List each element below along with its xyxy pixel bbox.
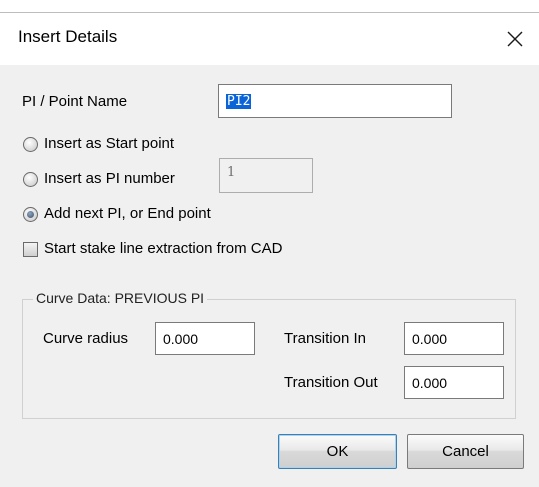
transition-in-value: 0.000 (412, 330, 448, 347)
transition-in-label: Transition In (284, 330, 366, 347)
start-point-label[interactable]: Insert as Start point (44, 135, 174, 152)
stake-line-label[interactable]: Start stake line extraction from CAD (44, 240, 282, 257)
transition-out-value: 0.000 (412, 374, 448, 391)
start-point-radio[interactable] (23, 137, 38, 152)
stake-line-checkbox[interactable] (23, 242, 38, 257)
transition-out-input[interactable]: 0.000 (404, 366, 504, 399)
transition-out-label: Transition Out (284, 374, 378, 391)
curve-data-group: Curve Data: PREVIOUS PI Curve radius 0.0… (22, 290, 516, 419)
curve-radius-label: Curve radius (43, 330, 129, 347)
cancel-button[interactable]: Cancel (407, 434, 524, 469)
close-button[interactable] (491, 13, 539, 65)
dialog-body: PI / Point Name PI2 Insert as Start poin… (0, 65, 539, 487)
close-icon (507, 31, 523, 47)
pi-number-input[interactable]: 1 (219, 158, 313, 193)
point-name-label: PI / Point Name (22, 93, 128, 110)
transition-in-input[interactable]: 0.000 (404, 322, 504, 355)
ok-button[interactable]: OK (278, 434, 397, 469)
pi-number-radio[interactable] (23, 172, 38, 187)
window-top-edge (0, 0, 539, 13)
title-bar[interactable]: Insert Details (0, 13, 539, 65)
dialog-title: Insert Details (18, 27, 118, 46)
curve-data-title: Curve Data: PREVIOUS PI (33, 290, 208, 306)
point-name-value: PI2 (226, 93, 252, 109)
next-pi-radio[interactable] (23, 207, 38, 222)
insert-details-dialog: Insert Details PI / Point Name PI2 Inser… (0, 0, 539, 487)
next-pi-label[interactable]: Add next PI, or End point (44, 205, 211, 222)
curve-radius-value: 0.000 (163, 330, 199, 347)
point-name-input[interactable]: PI2 (218, 84, 452, 118)
pi-number-label[interactable]: Insert as PI number (44, 170, 175, 187)
curve-radius-input[interactable]: 0.000 (155, 322, 255, 355)
pi-number-value: 1 (227, 165, 236, 180)
